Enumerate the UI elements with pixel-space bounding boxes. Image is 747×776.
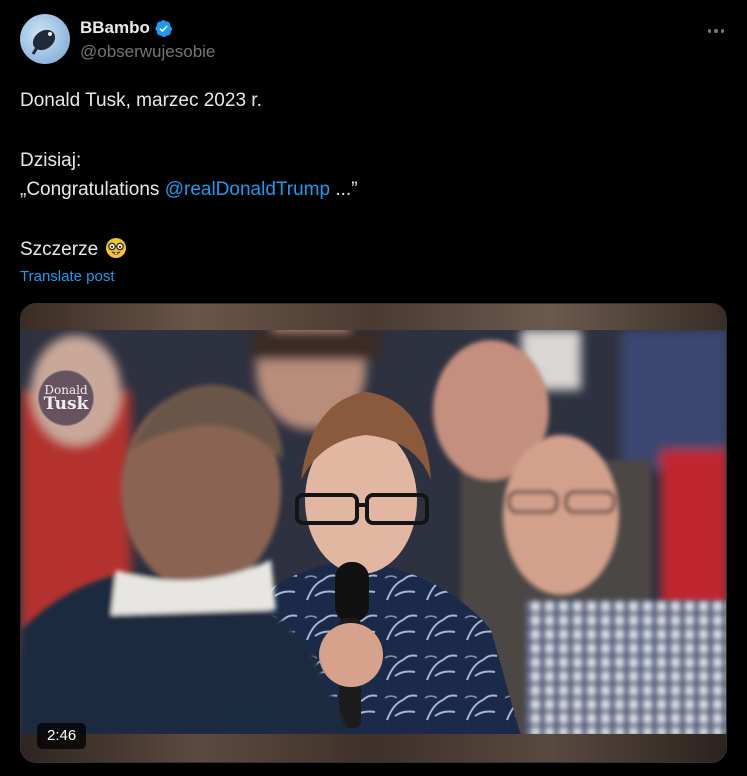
verified-badge-icon [155, 19, 173, 37]
post-line: Szczerze [20, 235, 727, 265]
post-text: Donald Tusk, marzec 2023 r. Dzisiaj: „Co… [20, 86, 727, 264]
video-letterbox-top [21, 304, 726, 330]
mention-link[interactable]: @realDonaldTrump [165, 179, 330, 200]
author-names: BBambo @obserwujesobie [80, 17, 215, 62]
video-frame[interactable]: Donald Tusk [21, 330, 726, 736]
post-line: „Congratulations @realDonaldTrump ...” [20, 175, 727, 205]
post-line: Dzisiaj: [20, 149, 82, 171]
post-line-prefix: „Congratulations [20, 179, 165, 200]
avatar[interactable] [20, 14, 70, 64]
video-letterbox-bottom [21, 734, 726, 762]
translate-post-link[interactable]: Translate post [20, 268, 115, 285]
more-horizontal-icon[interactable] [705, 20, 727, 42]
handle[interactable]: @obserwujesobie [80, 42, 215, 62]
video-duration-badge: 2:46 [37, 723, 87, 749]
watermark-line2: Tusk [43, 393, 89, 414]
avatar-satellite-dish-icon [31, 29, 56, 55]
post-line-suffix: ...” [330, 179, 358, 200]
video-thumbnail-image [21, 330, 726, 736]
nerd-face-emoji-icon [106, 237, 127, 258]
video-watermark-badge: Donald Tusk [38, 370, 94, 426]
display-name[interactable]: BBambo [80, 18, 150, 38]
video-player[interactable]: Donald Tusk 2:46 [20, 303, 727, 763]
post-line-text: Szczerze [20, 238, 99, 260]
post-line: Donald Tusk, marzec 2023 r. [20, 90, 262, 111]
tweet-header: BBambo @obserwujesobie [20, 14, 731, 68]
